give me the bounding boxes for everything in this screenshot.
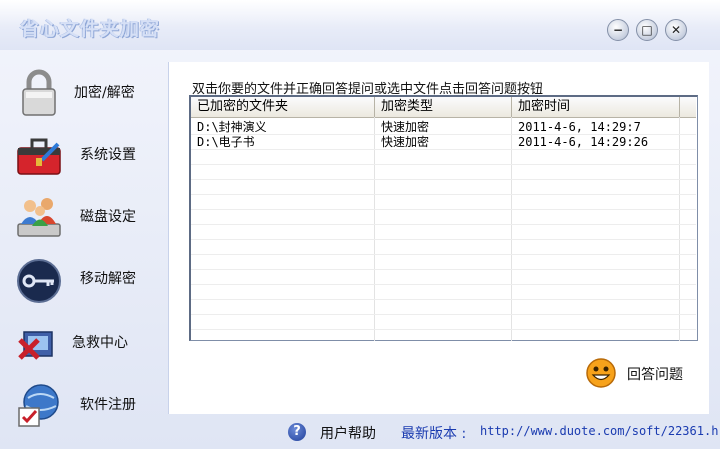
close-button[interactable]: ✕ xyxy=(665,19,687,41)
row-divider xyxy=(191,329,696,330)
sidebar-item-disk-settings[interactable]: 磁盘设定 xyxy=(0,186,168,244)
cell-time: 2011-4-6, 14:29:7 xyxy=(518,120,641,134)
column-divider xyxy=(511,117,512,341)
rescue-icon xyxy=(18,331,53,360)
cell-time: 2011-4-6, 14:29:26 xyxy=(518,135,649,149)
row-divider xyxy=(191,284,696,285)
table-row[interactable]: D:\电子书 快速加密 2011-4-6, 14:29:26 xyxy=(191,135,696,150)
list-header: 已加密的文件夹 加密类型 加密时间 xyxy=(191,97,696,118)
latest-version-label: 最新版本 : xyxy=(401,426,467,442)
encrypted-folder-list[interactable]: 已加密的文件夹 加密类型 加密时间 D:\封神演义 快速加密 2011-4-6,… xyxy=(189,95,698,341)
row-divider xyxy=(191,254,696,255)
column-divider xyxy=(374,117,375,341)
sidebar-item-label: 加密/解密 xyxy=(74,85,135,101)
column-header-type[interactable]: 加密类型 xyxy=(375,97,512,117)
cell-folder: D:\封神演义 xyxy=(197,120,267,134)
maximize-button[interactable]: □ xyxy=(636,19,658,41)
sidebar-item-label: 磁盘设定 xyxy=(80,209,136,225)
minimize-button[interactable]: − xyxy=(607,19,629,41)
users-disk-icon xyxy=(17,198,61,237)
row-divider xyxy=(191,149,696,150)
column-divider xyxy=(679,117,680,341)
latest-version-link[interactable]: http://www.duote.com/soft/22361.h xyxy=(480,424,718,438)
row-divider xyxy=(191,134,696,135)
answer-question-label: 回答问题 xyxy=(627,367,683,383)
app-title: 省心文件夹加密 xyxy=(20,18,161,40)
table-row[interactable]: D:\封神演义 快速加密 2011-4-6, 14:29:7 xyxy=(191,120,696,135)
row-divider xyxy=(191,164,696,165)
title-bar: 省心文件夹加密 − □ ✕ xyxy=(0,0,720,50)
row-divider xyxy=(191,269,696,270)
sidebar-item-label: 急救中心 xyxy=(72,335,128,351)
row-divider xyxy=(191,314,696,315)
sidebar-item-label: 移动解密 xyxy=(80,271,136,287)
help-link[interactable]: 用户帮助 xyxy=(320,423,376,443)
sidebar: 加密/解密 系统设置 磁盘设定 移动解密 急救中心 软件注册 xyxy=(0,50,168,449)
row-divider xyxy=(191,224,696,225)
cell-folder: D:\电子书 xyxy=(197,135,255,149)
footer-bar: ? 用户帮助 最新版本 : http://www.duote.com/soft/… xyxy=(0,414,720,449)
padlock-icon xyxy=(22,69,56,116)
row-divider xyxy=(191,194,696,195)
sidebar-item-rescue-center[interactable]: 急救中心 xyxy=(0,312,168,370)
cell-type: 快速加密 xyxy=(381,135,430,149)
row-divider xyxy=(191,179,696,180)
sidebar-item-encrypt-decrypt[interactable]: 加密/解密 xyxy=(0,62,168,120)
column-header-time[interactable]: 加密时间 xyxy=(512,97,680,117)
sidebar-item-mobile-decrypt[interactable]: 移动解密 xyxy=(0,248,168,306)
column-header-folder[interactable]: 已加密的文件夹 xyxy=(191,97,375,117)
row-divider xyxy=(191,209,696,210)
toolbox-icon xyxy=(17,138,61,175)
sidebar-item-settings[interactable]: 系统设置 xyxy=(0,124,168,182)
row-divider xyxy=(191,239,696,240)
sidebar-item-label: 软件注册 xyxy=(80,397,136,413)
help-icon[interactable]: ? xyxy=(288,423,306,441)
sidebar-item-label: 系统设置 xyxy=(80,147,136,163)
smiley-icon xyxy=(586,358,616,388)
key-disc-icon xyxy=(17,259,61,303)
answer-question-button[interactable]: 回答问题 xyxy=(585,357,695,389)
cell-type: 快速加密 xyxy=(381,120,430,134)
row-divider xyxy=(191,299,696,300)
